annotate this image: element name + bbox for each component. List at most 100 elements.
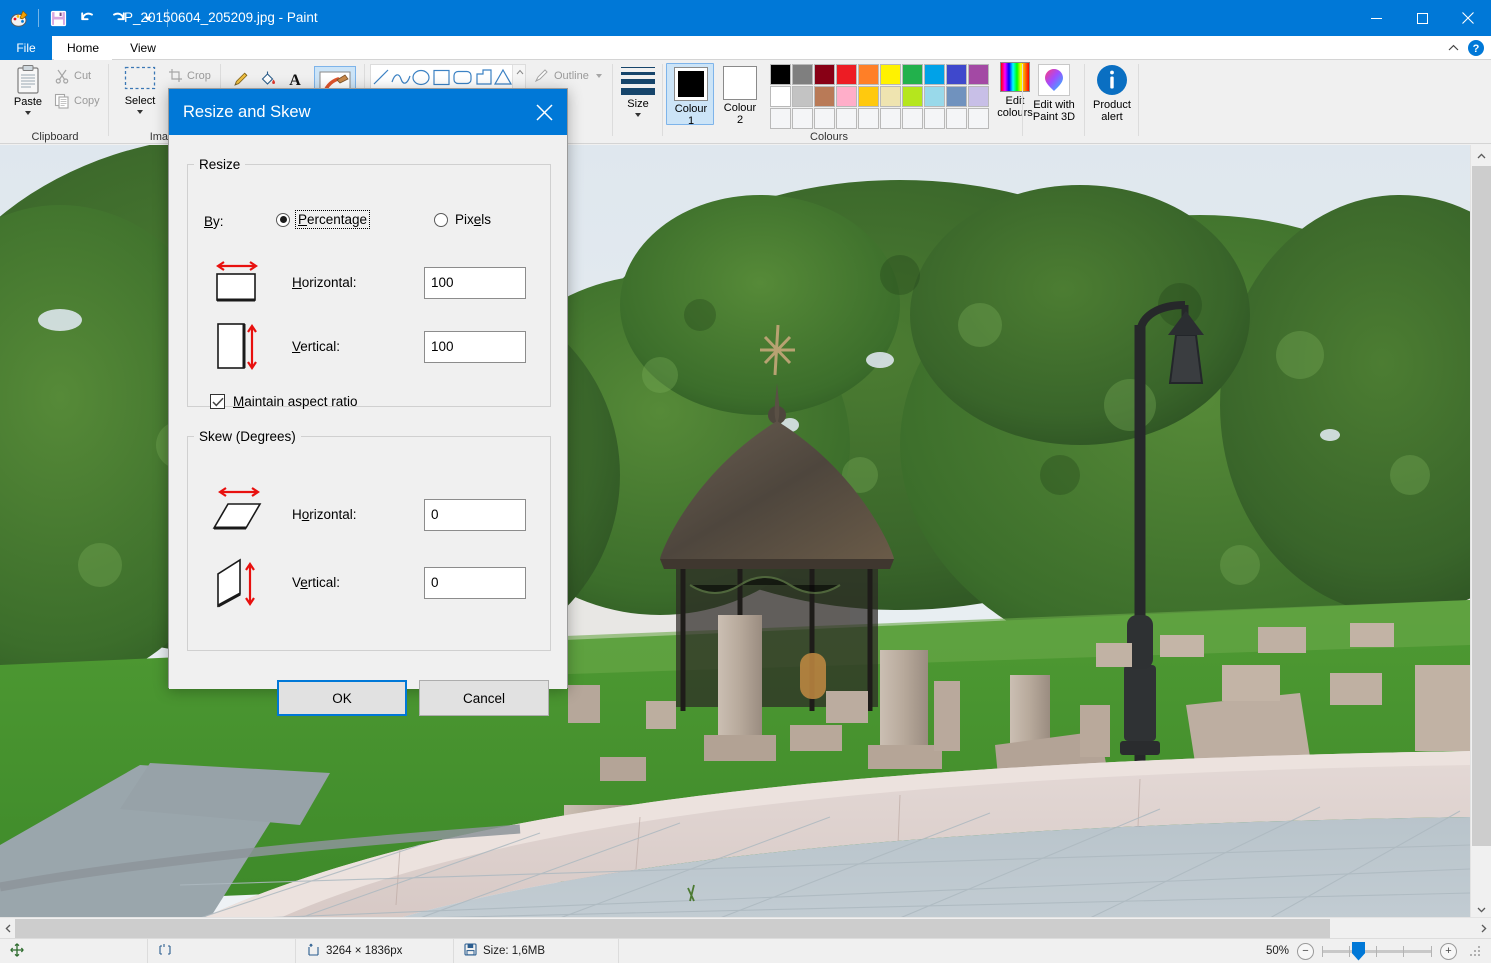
colour-swatch-r3-c6[interactable] xyxy=(880,108,901,129)
edit-with-paint3d-button[interactable]: Edit with Paint 3D xyxy=(1028,64,1080,123)
select-dropdown-caret[interactable] xyxy=(137,110,143,114)
help-icon[interactable]: ? xyxy=(1467,39,1485,57)
scroll-right-icon[interactable] xyxy=(1476,918,1491,939)
zoom-slider-thumb[interactable] xyxy=(1352,942,1365,961)
colour-swatch-r3-c4[interactable] xyxy=(836,108,857,129)
colour-swatch-r2-c4[interactable] xyxy=(836,86,857,107)
resize-horizontal-input[interactable]: 100 xyxy=(424,267,526,299)
resize-vertical-label: Vertical: xyxy=(292,339,340,354)
colour-swatch-r3-c2[interactable] xyxy=(792,108,813,129)
shapes-scroll-up-icon[interactable] xyxy=(515,67,524,76)
colour-2-label-line2: 2 xyxy=(737,114,743,126)
maximize-icon[interactable] xyxy=(1399,0,1445,36)
tab-view[interactable]: View xyxy=(114,36,172,60)
paste-button[interactable]: Paste xyxy=(6,64,50,115)
zoom-controls: 50% − + xyxy=(1256,939,1491,963)
skew-horizontal-input[interactable]: 0 xyxy=(424,499,526,531)
zoom-in-button[interactable]: + xyxy=(1440,943,1457,960)
zoom-slider[interactable] xyxy=(1322,950,1432,953)
paste-dropdown-caret[interactable] xyxy=(25,111,31,115)
svg-text:?: ? xyxy=(1473,43,1480,55)
colour-palette[interactable] xyxy=(770,64,989,129)
radio-percentage[interactable]: Percentage xyxy=(276,212,368,227)
colour-swatch-r1-c3[interactable] xyxy=(814,64,835,85)
close-icon[interactable] xyxy=(1445,0,1491,36)
cancel-button[interactable]: Cancel xyxy=(419,680,549,716)
ok-button[interactable]: OK xyxy=(277,680,407,716)
fill-with-colour-icon[interactable] xyxy=(257,68,279,90)
colour-swatch-r1-c4[interactable] xyxy=(836,64,857,85)
colour-swatch-r2-c8[interactable] xyxy=(924,86,945,107)
horizontal-scrollbar-thumb[interactable] xyxy=(15,919,1330,938)
radio-percentage-button[interactable] xyxy=(276,213,290,227)
text-icon[interactable]: A xyxy=(284,68,306,90)
colour-swatch-r1-c1[interactable] xyxy=(770,64,791,85)
ribbon-separator-5 xyxy=(662,64,663,136)
colour-1-button[interactable]: Colour 1 xyxy=(666,63,714,125)
colour-swatch-r2-c5[interactable] xyxy=(858,86,879,107)
colour-swatch-r2-c10[interactable] xyxy=(968,86,989,107)
colour-swatch-r1-c6[interactable] xyxy=(880,64,901,85)
tab-home[interactable]: Home xyxy=(54,36,112,60)
colour-swatch-r2-c2[interactable] xyxy=(792,86,813,107)
ribbon-separator-8 xyxy=(1138,64,1139,136)
colour-swatch-r3-c3[interactable] xyxy=(814,108,835,129)
resize-grip[interactable] xyxy=(1469,945,1481,957)
select-label: Select xyxy=(125,95,156,107)
copy-icon xyxy=(54,93,70,109)
minimize-icon[interactable] xyxy=(1353,0,1399,36)
size-dropdown-caret[interactable] xyxy=(635,113,641,117)
save-icon[interactable] xyxy=(43,3,73,33)
dialog-title-bar: Resize and Skew xyxy=(169,89,567,135)
colour-swatch-r1-c2[interactable] xyxy=(792,64,813,85)
ribbon-group-product-alert: Product alert xyxy=(1086,60,1138,144)
ribbon-separator-1 xyxy=(108,64,109,136)
colour-swatch-r3-c9[interactable] xyxy=(946,108,967,129)
colour-swatch-r2-c6[interactable] xyxy=(880,86,901,107)
colour-swatch-r1-c8[interactable] xyxy=(924,64,945,85)
size-button[interactable]: Size xyxy=(616,66,660,117)
maintain-aspect-ratio-checkbox[interactable]: Maintain aspect ratio xyxy=(210,394,358,409)
resize-vertical-input[interactable]: 100 xyxy=(424,331,526,363)
colour-swatch-r2-c3[interactable] xyxy=(814,86,835,107)
product-alert-button[interactable]: Product alert xyxy=(1086,64,1138,123)
colour-swatch-r1-c7[interactable] xyxy=(902,64,923,85)
colour-swatch-r3-c1[interactable] xyxy=(770,108,791,129)
colour-swatch-r3-c5[interactable] xyxy=(858,108,879,129)
scroll-left-icon[interactable] xyxy=(0,918,15,939)
zoom-out-button[interactable]: − xyxy=(1297,943,1314,960)
scroll-up-icon[interactable] xyxy=(1471,145,1491,166)
skew-vertical-input[interactable]: 0 xyxy=(424,567,526,599)
vertical-scrollbar[interactable] xyxy=(1470,145,1491,920)
outline-button[interactable]: Outline xyxy=(534,68,602,83)
radio-pixels-button[interactable] xyxy=(434,213,448,227)
copy-button[interactable]: Copy xyxy=(54,93,100,109)
pencil-icon[interactable] xyxy=(230,68,252,90)
colour-swatch-r2-c1[interactable] xyxy=(770,86,791,107)
radio-pixels[interactable]: Pixels xyxy=(434,212,491,227)
tab-file[interactable]: File xyxy=(0,36,52,60)
colour-swatch-r2-c7[interactable] xyxy=(902,86,923,107)
colour-swatch-r3-c7[interactable] xyxy=(902,108,923,129)
chevron-up-icon[interactable] xyxy=(1445,40,1461,56)
svg-text:A: A xyxy=(289,72,301,88)
vertical-scrollbar-thumb[interactable] xyxy=(1472,166,1491,846)
colour-swatch-r1-c5[interactable] xyxy=(858,64,879,85)
select-button[interactable]: Select xyxy=(116,65,164,114)
dialog-close-icon[interactable] xyxy=(521,89,567,135)
undo-icon[interactable] xyxy=(73,3,103,33)
outline-dropdown-caret[interactable] xyxy=(596,74,602,78)
colour-swatch-r1-c10[interactable] xyxy=(968,64,989,85)
horizontal-scrollbar[interactable] xyxy=(0,917,1491,938)
paint-app-icon[interactable] xyxy=(4,3,34,33)
selection-size-cell xyxy=(148,939,296,963)
colour-swatch-r3-c8[interactable] xyxy=(924,108,945,129)
colour-2-button[interactable]: Colour 2 xyxy=(716,63,764,125)
maintain-aspect-ratio-box[interactable] xyxy=(210,394,225,409)
colour-swatch-r2-c9[interactable] xyxy=(946,86,967,107)
colour-swatch-r3-c10[interactable] xyxy=(968,108,989,129)
size-lines-icon xyxy=(621,66,655,96)
crop-button[interactable]: Crop xyxy=(168,68,211,83)
colour-swatch-r1-c9[interactable] xyxy=(946,64,967,85)
cut-button[interactable]: Cut xyxy=(54,68,91,84)
